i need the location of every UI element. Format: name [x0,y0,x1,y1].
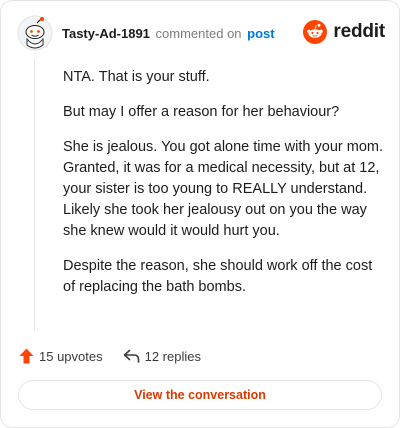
reply-label: 12 replies [144,348,201,364]
reddit-brand[interactable]: reddit [303,19,385,45]
comment-paragraph: But may I offer a reason for her behavio… [63,104,340,120]
comment-body: NTA. That is your stuff. But may I offer… [63,67,383,312]
comment-paragraph: Despite the reason, she should work off … [63,258,373,295]
reply-arrow-icon [123,349,139,363]
post-link[interactable]: post [247,26,274,41]
byline-verb: commented on [155,26,242,41]
snoo-avatar-icon [17,15,53,51]
reddit-snoo-icon [303,20,328,44]
upvote-count[interactable]: 15 upvotes [19,348,103,364]
user-avatar[interactable] [17,15,53,51]
view-conversation-button[interactable]: View the conversation [18,380,382,410]
comment-header: Tasty-Ad-1891 commented on post reddit [17,15,385,55]
comment-paragraph: She is jealous. You got alone time with … [63,139,383,239]
comment-footer: 15 upvotes 12 replies [19,345,221,367]
upvote-label: 15 upvotes [39,348,103,364]
reply-count[interactable]: 12 replies [123,349,201,364]
comment-card: Tasty-Ad-1891 commented on post reddit N… [0,0,400,428]
upvote-arrow-icon [19,348,34,364]
reddit-wordmark: reddit [333,21,385,42]
thread-line [34,59,35,331]
comment-paragraph: NTA. That is your stuff. [63,69,210,85]
comment-byline: Tasty-Ad-1891 commented on post [62,26,275,41]
username-link[interactable]: Tasty-Ad-1891 [62,26,150,41]
